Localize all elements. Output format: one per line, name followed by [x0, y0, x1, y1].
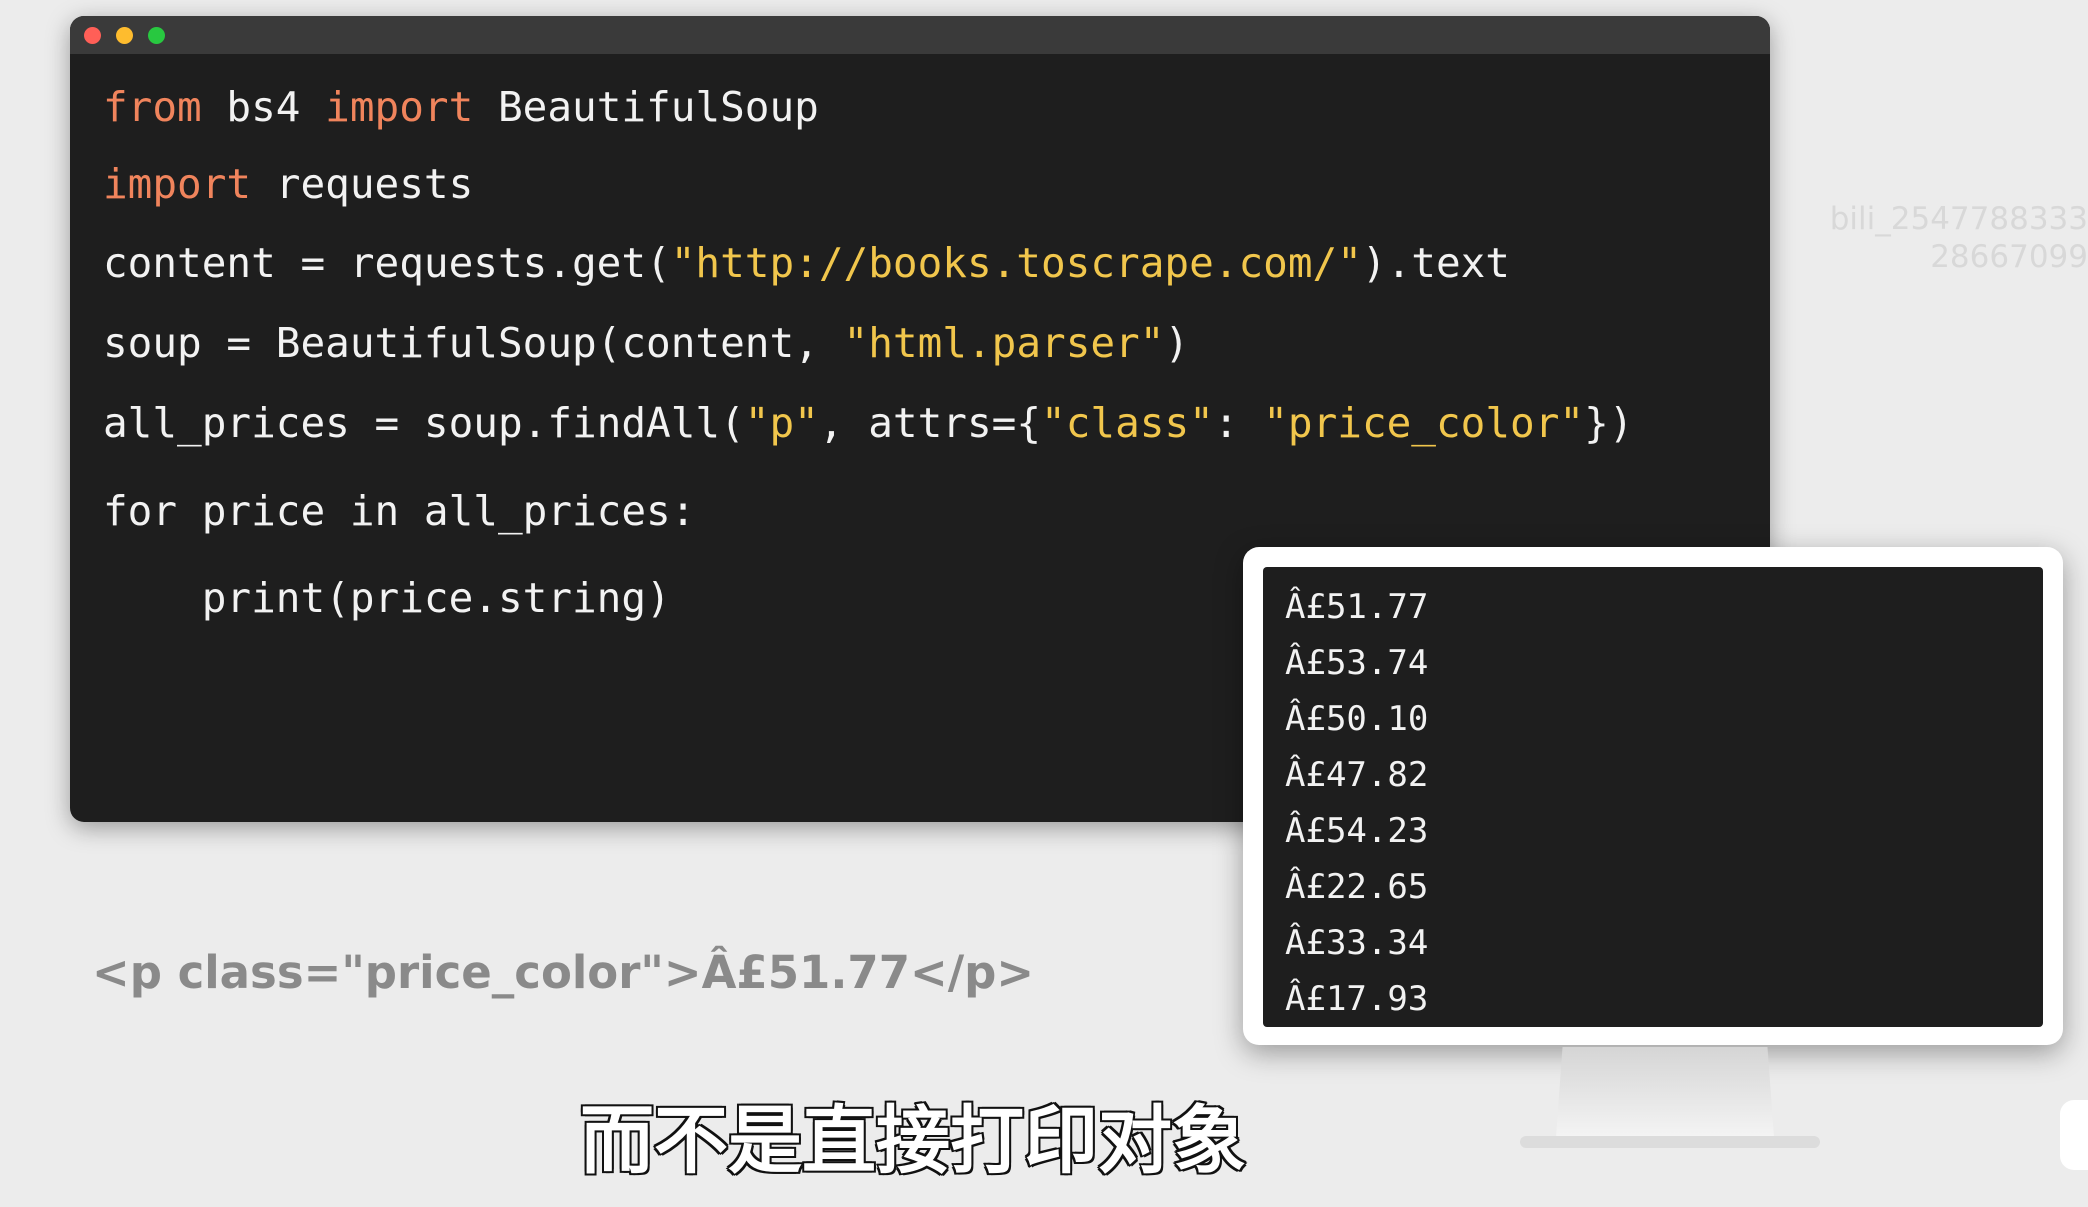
code-string: "p": [744, 399, 819, 447]
code-line: all_prices = soup.findAll("p", attrs={"c…: [103, 398, 1633, 448]
code-text: ): [1164, 319, 1190, 367]
code-text: :: [1213, 399, 1264, 447]
minimize-window-button[interactable]: [116, 27, 133, 44]
price-output-line: Â£33.34: [1285, 923, 1429, 963]
price-output-line: Â£53.74: [1285, 643, 1429, 683]
window-titlebar: [70, 16, 1770, 54]
monitor-stand-base: [1520, 1136, 1820, 1148]
code-string: "class": [1041, 399, 1214, 447]
price-output-line: Â£22.65: [1285, 867, 1429, 907]
monitor-stand-neck: [1556, 1047, 1774, 1137]
code-text: ).text: [1361, 239, 1510, 287]
code-string: "price_color": [1263, 399, 1585, 447]
code-text: soup = BeautifulSoup(content,: [103, 319, 844, 367]
code-line: soup = BeautifulSoup(content, "html.pars…: [103, 318, 1189, 368]
code-line: for price in all_prices:: [103, 486, 695, 536]
watermark: bili_2547788333 28667099: [1798, 200, 2088, 276]
code-text: requests: [251, 160, 474, 208]
code-line: from bs4 import BeautifulSoup: [103, 82, 819, 132]
video-subtitle: 而不是直接打印对象: [579, 1097, 1248, 1186]
code-text: }): [1584, 399, 1634, 447]
price-output-line: Â£54.23: [1285, 811, 1429, 851]
edge-element: [2060, 1100, 2088, 1170]
output-screen: Â£51.77 Â£53.74 Â£50.10 Â£47.82 Â£54.23 Â£22.…: [1263, 567, 2043, 1027]
code-keyword: from: [103, 83, 202, 131]
code-string: "html.parser": [843, 319, 1165, 367]
code-text: , attrs={: [818, 399, 1042, 447]
code-text: print(price.string): [103, 574, 671, 622]
code-line: content = requests.get("http://books.tos…: [103, 238, 1510, 288]
code-line: import requests: [103, 159, 473, 209]
price-output-line: Â£51.77: [1285, 587, 1429, 627]
watermark-line-2: 28667099: [1930, 239, 2088, 275]
code-text: for price in all_prices:: [103, 487, 696, 535]
output-monitor: Â£51.77 Â£53.74 Â£50.10 Â£47.82 Â£54.23 Â£22.…: [1243, 547, 2063, 1045]
code-text: all_prices = soup.findAll(: [103, 399, 745, 447]
code-keyword: import: [103, 160, 252, 208]
code-text: BeautifulSoup: [473, 83, 819, 131]
html-snippet: <p class="price_color">Â£51.77</p>: [92, 946, 1035, 999]
code-keyword: import: [325, 83, 474, 131]
code-string: "http://books.toscrape.com/": [670, 239, 1362, 287]
price-output-list: Â£51.77 Â£53.74 Â£50.10 Â£47.82 Â£54.23 Â£22.…: [1285, 579, 1428, 1027]
code-line: print(price.string): [103, 573, 671, 623]
price-output-line: Â£50.10: [1285, 699, 1429, 739]
watermark-line-1: bili_2547788333: [1829, 201, 2088, 237]
close-window-button[interactable]: [84, 27, 101, 44]
price-output-line: Â£47.82: [1285, 755, 1429, 795]
code-text: bs4: [201, 83, 326, 131]
maximize-window-button[interactable]: [148, 27, 165, 44]
code-text: content = requests.get(: [103, 239, 671, 287]
price-output-line: Â£17.93: [1285, 979, 1429, 1019]
